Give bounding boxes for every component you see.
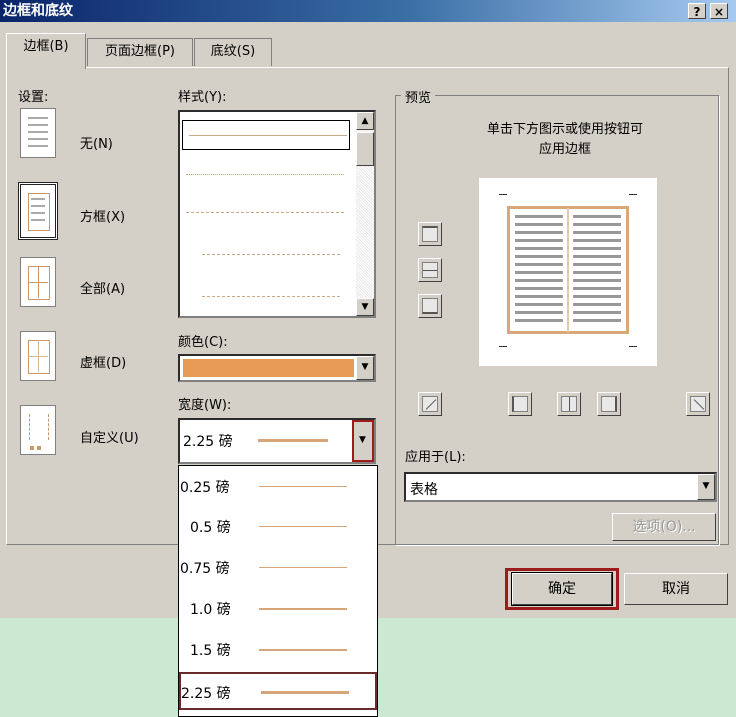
style-selected-item[interactable] <box>182 120 350 150</box>
top-border-button[interactable] <box>418 222 442 246</box>
left-border-button[interactable] <box>508 392 532 416</box>
style-list[interactable]: ▲ ▼ <box>178 110 376 318</box>
color-select[interactable]: ▼ <box>178 354 376 382</box>
width-option[interactable]: 0.5 磅 <box>179 506 377 546</box>
tab-borders[interactable]: 边框(B) <box>6 33 86 69</box>
help-button[interactable]: ? <box>688 3 706 19</box>
style-scrollbar[interactable]: ▲ ▼ <box>356 112 374 316</box>
cancel-button[interactable]: 取消 <box>624 573 728 605</box>
setting-none-label[interactable]: 无(N) <box>80 133 113 152</box>
width-option[interactable]: 0.75 磅 <box>179 547 377 587</box>
apply-to-select[interactable]: 表格 ▼ <box>404 472 717 502</box>
preview-hint-line1: 单击下方图示或使用按钮可 <box>486 122 643 137</box>
style-long-dash[interactable] <box>202 254 340 255</box>
color-swatch <box>183 359 354 377</box>
style-dotted[interactable] <box>186 174 344 175</box>
ok-button[interactable]: 确定 <box>511 572 613 606</box>
setting-custom-label[interactable]: 自定义(U) <box>80 427 139 446</box>
apply-to-label: 应用于(L): <box>405 450 466 465</box>
tab-shading[interactable]: 底纹(S) <box>194 38 272 66</box>
scroll-thumb[interactable] <box>356 132 374 166</box>
preview-label: 预览 <box>401 87 436 106</box>
width-value: 2.25 磅 <box>183 434 233 450</box>
settings-label: 设置: <box>18 90 49 105</box>
width-option-selected[interactable]: 2.25 磅 <box>179 672 377 710</box>
chevron-down-icon[interactable]: ▼ <box>697 474 715 500</box>
scroll-down-icon[interactable]: ▼ <box>356 298 374 316</box>
grid-border-icon[interactable] <box>20 331 56 381</box>
all-borders-icon[interactable] <box>20 257 56 307</box>
setting-box-label[interactable]: 方框(X) <box>80 206 125 225</box>
setting-all-label[interactable]: 全部(A) <box>80 278 125 297</box>
apply-to-value: 表格 <box>410 482 438 498</box>
window-title: 边框和底纹 <box>3 3 73 19</box>
diagonal-up-border-button[interactable] <box>418 392 442 416</box>
width-dropdown-button[interactable]: ▼ <box>352 420 374 462</box>
box-border-icon[interactable] <box>18 182 58 240</box>
style-dash-dot[interactable] <box>202 296 340 297</box>
width-option[interactable]: 0.25 磅 <box>179 466 377 506</box>
chevron-down-icon[interactable]: ▼ <box>356 356 374 380</box>
close-button[interactable]: × <box>710 3 728 19</box>
style-label: 样式(Y): <box>178 90 227 105</box>
width-select[interactable]: 2.25 磅 ▼ <box>178 418 376 464</box>
preview-hint-line2: 应用边框 <box>538 142 591 157</box>
right-border-button[interactable] <box>597 392 621 416</box>
preview-area[interactable] <box>479 178 657 366</box>
inside-horizontal-border-button[interactable] <box>418 258 442 282</box>
width-label: 宽度(W): <box>178 398 232 413</box>
options-button[interactable]: 选项(O)... <box>612 513 716 541</box>
width-option[interactable]: 1.0 磅 <box>179 588 377 628</box>
width-sample-line <box>258 439 328 442</box>
inside-vertical-border-button[interactable] <box>557 392 581 416</box>
no-border-icon[interactable] <box>20 108 56 158</box>
tab-page-border[interactable]: 页面边框(P) <box>87 38 193 66</box>
diagonal-down-border-button[interactable] <box>686 392 710 416</box>
title-bar: 边框和底纹 <box>0 0 736 22</box>
bottom-border-button[interactable] <box>418 294 442 318</box>
width-option[interactable]: 1.5 磅 <box>179 629 377 669</box>
chevron-down-icon: ▼ <box>359 435 366 445</box>
color-label: 颜色(C): <box>178 335 228 350</box>
scroll-up-icon[interactable]: ▲ <box>356 112 374 130</box>
width-dropdown-list[interactable]: 0.25 磅 0.5 磅 0.75 磅 1.0 磅 1.5 磅 2.25 磅 <box>178 465 378 717</box>
custom-border-icon[interactable] <box>20 405 56 455</box>
style-dashed[interactable] <box>186 212 344 213</box>
setting-grid-label[interactable]: 虚框(D) <box>80 352 126 371</box>
